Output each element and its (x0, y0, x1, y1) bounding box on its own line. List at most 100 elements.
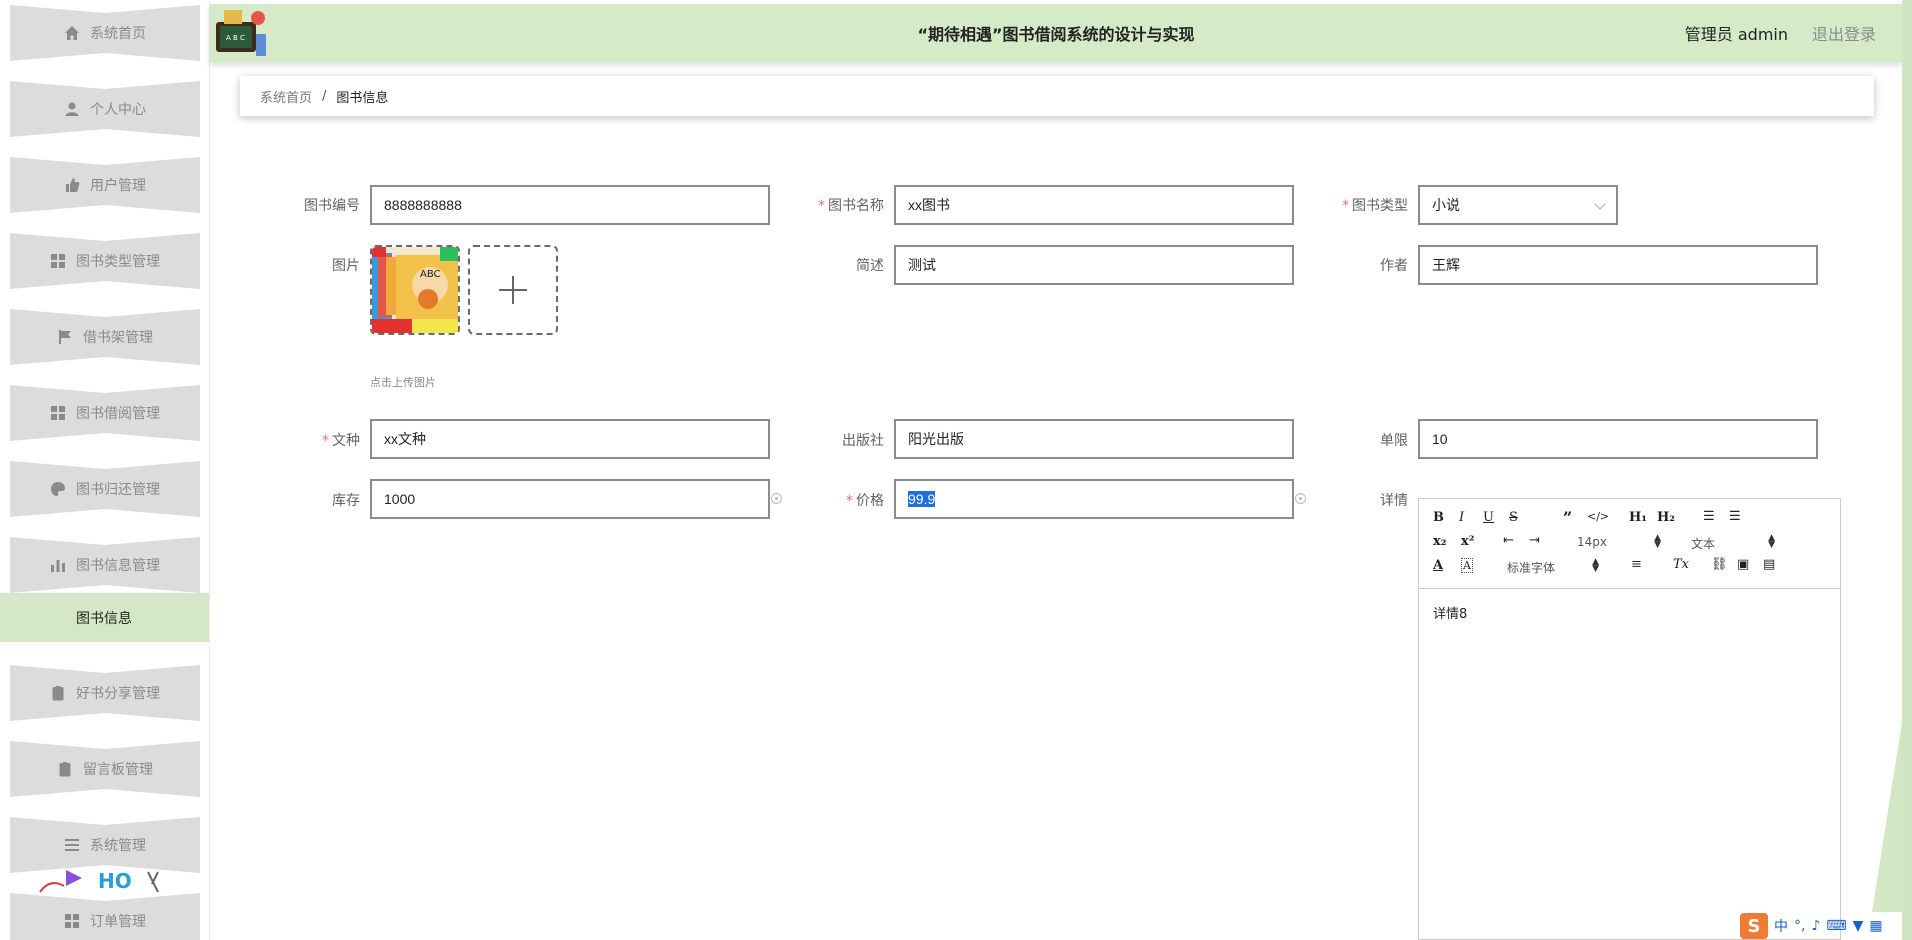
required-mark: * (1342, 198, 1349, 214)
page-scrollbar[interactable] (1902, 0, 1912, 940)
sidebar-item[interactable]: 图书借阅管理 (10, 385, 200, 441)
sidebar-item-label: 图书信息管理 (76, 558, 160, 574)
editor-toolbar: B I U S ” </> H₁ H₂ ☰ ☰ x₂ x² ⇤ ⇥ 14px ▲ ▼… (1419, 499, 1840, 589)
sidebar-item[interactable]: 系统首页 (10, 5, 200, 61)
detail-label: 详情 (1380, 493, 1408, 509)
breadcrumb-current: 图书信息 (336, 90, 389, 106)
italic-icon[interactable]: I (1459, 510, 1464, 525)
align-icon[interactable]: ≡ (1631, 557, 1642, 572)
menu-icon (64, 837, 80, 853)
bullet-list-icon[interactable]: ☰ (1729, 509, 1741, 524)
select-arrows-icon: ▲ ▼ (1768, 533, 1775, 550)
sidebar-item[interactable]: 个人中心 (10, 81, 200, 137)
sidebar-item[interactable]: 留言板管理 (10, 741, 200, 797)
sidebar-item-label: 个人中心 (90, 102, 146, 118)
link-icon[interactable]: ⛓ (1711, 557, 1728, 572)
publisher-input[interactable]: 阳光出版 (894, 419, 1294, 459)
sidebar: 系统首页个人中心用户管理图书类型管理借书架管理图书借阅管理图书归还管理图书信息管… (0, 0, 210, 940)
breadcrumb: 系统首页 / 图书信息 (240, 76, 1874, 116)
ime-toolbar: S 中 °, ♪ ⌨ ▼ ▦ (1740, 912, 1912, 940)
sidebar-item[interactable]: 系统管理 (10, 817, 200, 873)
detail-rich-text-editor[interactable]: B I U S ” </> H₁ H₂ ☰ ☰ x₂ x² ⇤ ⇥ 14px ▲ ▼… (1418, 498, 1841, 940)
heading-1-icon[interactable]: H₁ (1629, 510, 1647, 525)
current-user: 管理员 admin (1684, 25, 1788, 44)
upload-tip: 点击上传图片 (370, 376, 436, 389)
price-input[interactable]: 99.9 (894, 479, 1294, 519)
ordered-list-icon[interactable]: ☰ (1703, 509, 1715, 524)
image-label: 图片 (332, 258, 360, 274)
block-format-select[interactable]: 文本 ▲ ▼ (1691, 533, 1775, 552)
author-input[interactable]: 王辉 (1418, 245, 1818, 285)
ime-logo-icon[interactable]: S (1740, 913, 1768, 939)
heading-2-icon[interactable]: H₂ (1657, 510, 1675, 525)
outdent-icon[interactable]: ⇤ (1503, 533, 1514, 548)
apps-icon[interactable]: ▦ (1869, 918, 1882, 934)
book-no-input[interactable]: 8888888888 (370, 185, 770, 225)
book-name-input[interactable]: xx图书 (894, 185, 1294, 225)
indent-icon[interactable]: ⇥ (1529, 533, 1540, 548)
svg-text:ABC: ABC (420, 269, 441, 280)
stock-label: 库存 (332, 493, 360, 509)
logout-link[interactable]: 退出登录 (1812, 4, 1876, 66)
book-type-select[interactable]: 小说 (1418, 185, 1618, 225)
font-size-select[interactable]: 14px ▲ ▼ (1577, 533, 1661, 550)
required-mark: * (322, 433, 329, 449)
sidebar-item[interactable]: 图书信息管理 (10, 537, 200, 593)
sidebar-item-label: 订单管理 (90, 914, 146, 930)
sidebar-item[interactable]: 订单管理 (10, 893, 200, 940)
skin-icon[interactable]: ▼ (1853, 918, 1864, 934)
sidebar-item-label: 好书分享管理 (76, 686, 160, 702)
ime-language[interactable]: 中 (1774, 916, 1788, 936)
sidebar-subitem-label: 图书信息 (76, 610, 132, 627)
underline-icon[interactable]: U (1483, 510, 1494, 525)
required-mark: * (818, 198, 825, 214)
sidebar-subitem-book-info[interactable]: 图书信息 (0, 593, 209, 642)
code-block-icon[interactable]: </> (1587, 510, 1609, 523)
sidebar-item[interactable]: 图书类型管理 (10, 233, 200, 289)
upload-image-button[interactable] (468, 245, 558, 335)
chevron-down-icon (1594, 198, 1606, 210)
select-arrows-icon: ▲ ▼ (1654, 533, 1661, 550)
sidebar-item-label: 借书架管理 (83, 330, 153, 346)
price-label: * 价格 (846, 493, 884, 509)
font-color-icon[interactable]: A (1433, 558, 1443, 573)
video-icon[interactable]: ▤ (1763, 557, 1775, 572)
required-mark: * (846, 493, 853, 509)
stock-input[interactable]: 1000 (370, 479, 770, 519)
sidebar-item-label: 图书借阅管理 (76, 406, 160, 422)
bold-icon[interactable]: B (1433, 510, 1444, 525)
background-color-icon[interactable]: A (1461, 558, 1473, 573)
sidebar-decoration-icon: HO (39, 869, 159, 893)
sidebar-item-label: 系统首页 (90, 26, 146, 42)
sidebar-item-label: 留言板管理 (83, 762, 153, 778)
microphone-icon[interactable]: ♪ (1811, 918, 1820, 934)
blockquote-icon[interactable]: ” (1563, 508, 1572, 527)
summary-input[interactable]: 测试 (894, 245, 1294, 285)
editor-content[interactable]: 详情8 (1433, 603, 1467, 622)
font-family-select[interactable]: 标准字体 ▲ ▼ (1507, 558, 1599, 576)
superscript-icon[interactable]: x² (1461, 534, 1474, 549)
limit-input[interactable]: 10 (1418, 419, 1818, 459)
sidebar-item[interactable]: 图书归还管理 (10, 461, 200, 517)
sidebar-item-label: 系统管理 (90, 838, 146, 854)
summary-label: 简述 (856, 258, 884, 274)
clipboard-check-icon (50, 685, 66, 701)
ime-punctuation-icon[interactable]: °, (1794, 918, 1805, 934)
keyboard-icon[interactable]: ⌨ (1826, 918, 1846, 934)
book-type-value: 小说 (1432, 197, 1460, 213)
language-input[interactable]: xx文种 (370, 419, 770, 459)
image-icon[interactable]: ▣ (1737, 557, 1749, 572)
language-label: * 文种 (322, 433, 360, 449)
svg-text:HO: HO (98, 869, 132, 893)
breadcrumb-home[interactable]: 系统首页 (260, 87, 312, 106)
grid-icon (50, 253, 66, 269)
sidebar-item[interactable]: 好书分享管理 (10, 665, 200, 721)
clear-format-icon[interactable]: Tx (1673, 557, 1689, 572)
strikethrough-icon[interactable]: S (1509, 510, 1518, 525)
uploaded-image-thumbnail[interactable]: ABC (370, 245, 460, 335)
price-value-selected: 99.9 (908, 491, 936, 507)
book-cover-image: ABC (372, 247, 458, 333)
sidebar-item[interactable]: 用户管理 (10, 157, 200, 213)
sidebar-item[interactable]: 借书架管理 (10, 309, 200, 365)
subscript-icon[interactable]: x₂ (1433, 534, 1446, 549)
